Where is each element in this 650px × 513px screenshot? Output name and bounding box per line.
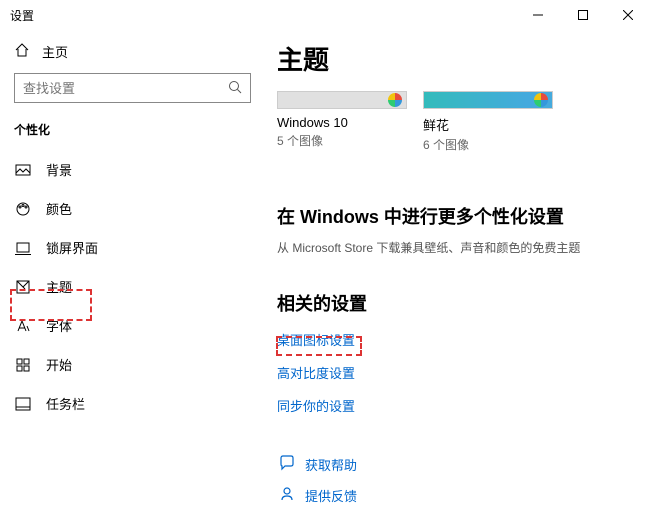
picture-icon xyxy=(14,162,32,178)
sidebar-item-label: 颜色 xyxy=(46,199,72,218)
sidebar-item-label: 任务栏 xyxy=(46,394,85,413)
theme-count: 5 个图像 xyxy=(277,132,407,149)
link-sync-settings[interactable]: 同步你的设置 xyxy=(277,396,632,415)
more-subtitle: 从 Microsoft Store 下载兼具壁纸、声音和颜色的免费主题 xyxy=(277,239,632,256)
feedback-label: 提供反馈 xyxy=(305,486,357,505)
font-icon xyxy=(14,318,32,334)
theme-list: Windows 10 5 个图像 鲜花 6 个图像 xyxy=(277,91,632,153)
sidebar-item-fonts[interactable]: 字体 xyxy=(0,306,265,345)
home-icon xyxy=(14,42,30,61)
theme-name: Windows 10 xyxy=(277,115,407,130)
close-button[interactable] xyxy=(605,0,650,30)
home-label: 主页 xyxy=(42,42,68,61)
theme-icon xyxy=(14,279,32,295)
search-icon xyxy=(228,80,242,97)
theme-count: 6 个图像 xyxy=(423,136,553,153)
related-title: 相关的设置 xyxy=(277,290,632,316)
link-desktop-icons[interactable]: 桌面图标设置 xyxy=(277,330,632,349)
sidebar: 主页 个性化 背景 颜色 锁屏界面 主题 字体 xyxy=(0,30,265,513)
feedback-link[interactable]: 提供反馈 xyxy=(277,486,632,505)
more-title: 在 Windows 中进行更多个性化设置 xyxy=(277,203,632,229)
link-high-contrast[interactable]: 高对比度设置 xyxy=(277,363,632,382)
feedback-icon xyxy=(279,486,295,505)
theme-card[interactable]: Windows 10 5 个图像 xyxy=(277,91,407,153)
theme-name: 鲜花 xyxy=(423,115,553,134)
theme-card[interactable]: 鲜花 6 个图像 xyxy=(423,91,553,153)
sidebar-item-start[interactable]: 开始 xyxy=(0,345,265,384)
sidebar-item-taskbar[interactable]: 任务栏 xyxy=(0,384,265,423)
sidebar-item-background[interactable]: 背景 xyxy=(0,150,265,189)
content: 主题 Windows 10 5 个图像 鲜花 6 个图像 在 Windows 中… xyxy=(265,30,650,513)
sidebar-item-label: 背景 xyxy=(46,160,72,179)
sidebar-item-label: 主题 xyxy=(46,277,72,296)
sidebar-item-label: 锁屏界面 xyxy=(46,238,98,257)
sidebar-item-label: 开始 xyxy=(46,355,72,374)
sidebar-item-label: 字体 xyxy=(46,316,72,335)
section-title: 个性化 xyxy=(0,117,265,150)
home-link[interactable]: 主页 xyxy=(0,36,265,67)
window-controls xyxy=(515,0,650,30)
sidebar-item-lockscreen[interactable]: 锁屏界面 xyxy=(0,228,265,267)
maximize-button[interactable] xyxy=(560,0,605,30)
lockscreen-icon xyxy=(14,240,32,256)
search-input[interactable] xyxy=(23,81,228,96)
palette-badge-icon xyxy=(388,93,402,107)
theme-thumb xyxy=(423,91,553,109)
help-link[interactable]: 获取帮助 xyxy=(277,455,632,474)
search-box[interactable] xyxy=(14,73,251,103)
start-icon xyxy=(14,357,32,373)
help-icon xyxy=(279,455,295,474)
help-label: 获取帮助 xyxy=(305,455,357,474)
titlebar: 设置 xyxy=(0,0,650,30)
taskbar-icon xyxy=(14,396,32,412)
page-title: 主题 xyxy=(277,40,632,77)
sidebar-item-themes[interactable]: 主题 xyxy=(0,267,265,306)
window-title: 设置 xyxy=(10,7,34,24)
sidebar-item-colors[interactable]: 颜色 xyxy=(0,189,265,228)
palette-icon xyxy=(14,201,32,217)
minimize-button[interactable] xyxy=(515,0,560,30)
theme-thumb xyxy=(277,91,407,109)
palette-badge-icon xyxy=(534,93,548,107)
